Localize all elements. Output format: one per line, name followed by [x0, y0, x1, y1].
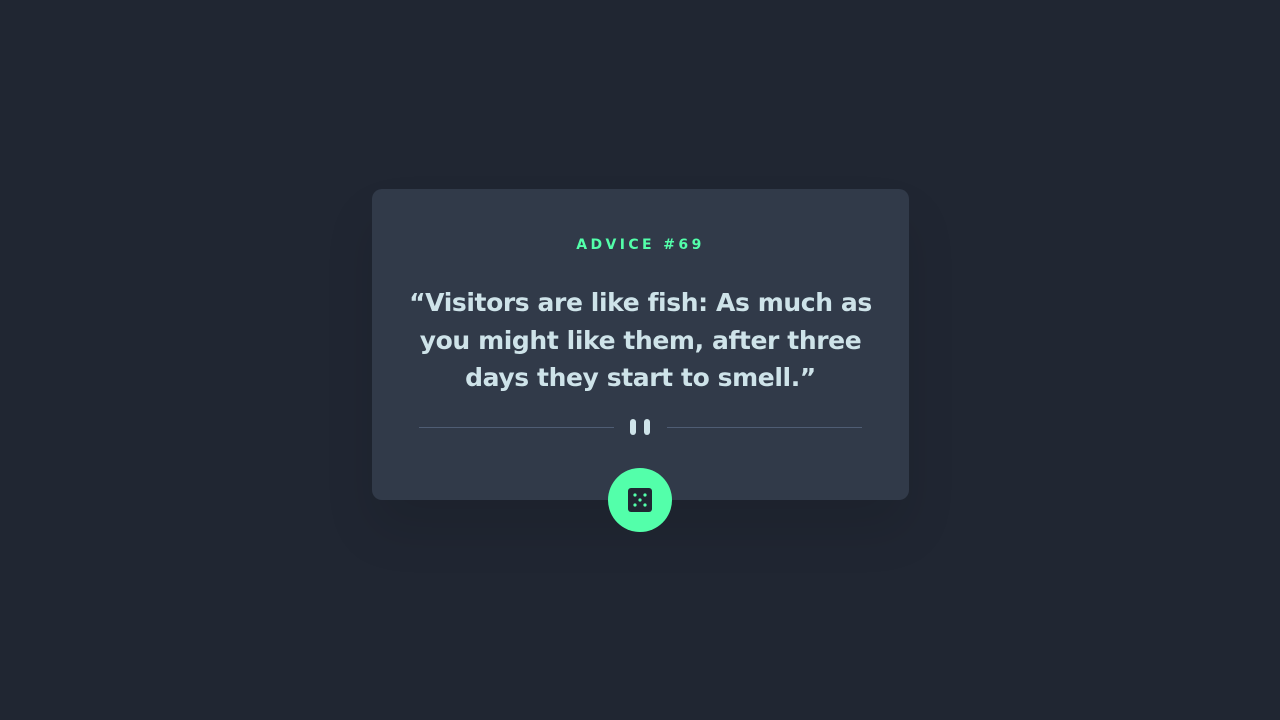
divider: [419, 417, 862, 437]
new-advice-button[interactable]: [608, 468, 672, 532]
divider-line-left: [419, 427, 614, 428]
pause-icon: [630, 419, 652, 435]
advice-id: ADVICE #69: [576, 237, 705, 253]
advice-card: ADVICE #69 “Visitors are like fish: As m…: [372, 189, 909, 500]
dice-icon: [628, 488, 652, 512]
advice-quote: “Visitors are like fish: As much as you …: [409, 288, 872, 392]
divider-line-right: [667, 427, 862, 428]
pause-bar-left: [630, 419, 636, 435]
page: ADVICE #69 “Visitors are like fish: As m…: [0, 0, 1280, 720]
pause-bar-right: [644, 419, 650, 435]
